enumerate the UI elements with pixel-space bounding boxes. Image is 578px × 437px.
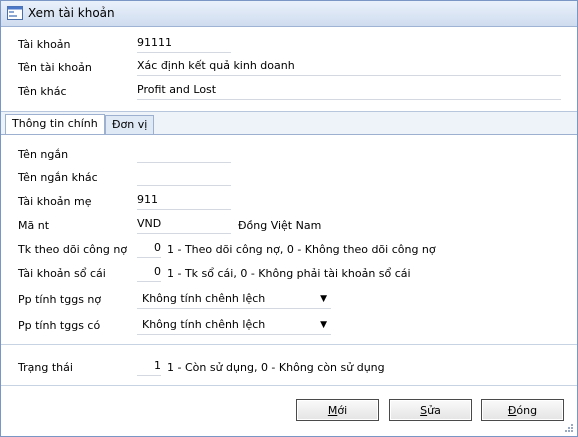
tab-strip: Thông tin chính Đơn vị — [1, 111, 577, 135]
currency-label: Mã nt — [18, 219, 50, 232]
resize-grip-icon[interactable] — [564, 423, 574, 433]
pp-credit-select[interactable]: Không tính chênh lệch ▼ — [137, 316, 331, 335]
ledger-account-hint: 1 - Tk sổ cái, 0 - Không phải tài khoản … — [167, 267, 411, 280]
short-name-label: Tên ngắn — [18, 148, 69, 161]
tab-main-info[interactable]: Thông tin chính — [5, 114, 105, 134]
status-field[interactable]: 1 — [137, 359, 161, 376]
status-label: Trạng thái — [18, 361, 73, 374]
account-name-label: Tên tài khoản — [18, 61, 92, 74]
edit-button[interactable]: Sửa — [389, 399, 472, 421]
ledger-account-field[interactable]: 0 — [137, 265, 161, 282]
close-button[interactable]: Đóng — [481, 399, 564, 421]
new-button[interactable]: Mới — [296, 399, 379, 421]
ledger-account-label: Tài khoản sổ cái — [18, 267, 106, 280]
chevron-down-icon[interactable]: ▼ — [320, 291, 327, 307]
account-name-field[interactable]: Xác định kết quả kinh doanh — [137, 59, 561, 76]
parent-account-label: Tài khoản mẹ — [18, 195, 92, 208]
status-hint: 1 - Còn sử dụng, 0 - Không còn sử dụng — [167, 361, 385, 374]
account-label: Tài khoản — [18, 38, 71, 51]
currency-field[interactable]: VND — [137, 217, 231, 234]
pp-debit-select[interactable]: Không tính chênh lệch ▼ — [137, 290, 331, 309]
pp-debit-label: Pp tính tggs nợ — [18, 293, 102, 306]
other-name-label: Tên khác — [18, 85, 67, 98]
short-name-field[interactable] — [137, 146, 231, 163]
pp-credit-value: Không tính chênh lệch — [142, 318, 266, 331]
window-icon — [7, 6, 23, 20]
currency-name: Đồng Việt Nam — [238, 219, 322, 232]
section-divider — [1, 344, 577, 345]
pp-debit-value: Không tính chênh lệch — [142, 292, 266, 305]
account-field[interactable]: 91111 — [137, 36, 231, 53]
window-title: Xem tài khoản — [28, 6, 115, 20]
debt-tracking-hint: 1 - Theo dõi công nợ, 0 - Không theo dõi… — [167, 243, 436, 256]
account-view-window: Xem tài khoản Tài khoản 91111 Tên tài kh… — [0, 0, 578, 437]
chevron-down-icon[interactable]: ▼ — [320, 317, 327, 333]
debt-tracking-field[interactable]: 0 — [137, 241, 161, 258]
short-other-name-field[interactable] — [137, 169, 231, 186]
other-name-field[interactable]: Profit and Lost — [137, 83, 561, 100]
short-other-name-label: Tên ngắn khác — [18, 171, 98, 184]
parent-account-field[interactable]: 911 — [137, 193, 231, 210]
footer-divider — [1, 385, 577, 386]
title-bar[interactable]: Xem tài khoản — [1, 1, 577, 27]
tab-unit[interactable]: Đơn vị — [105, 115, 155, 134]
pp-credit-label: Pp tính tggs có — [18, 319, 101, 332]
debt-tracking-label: Tk theo dõi công nợ — [18, 243, 128, 256]
